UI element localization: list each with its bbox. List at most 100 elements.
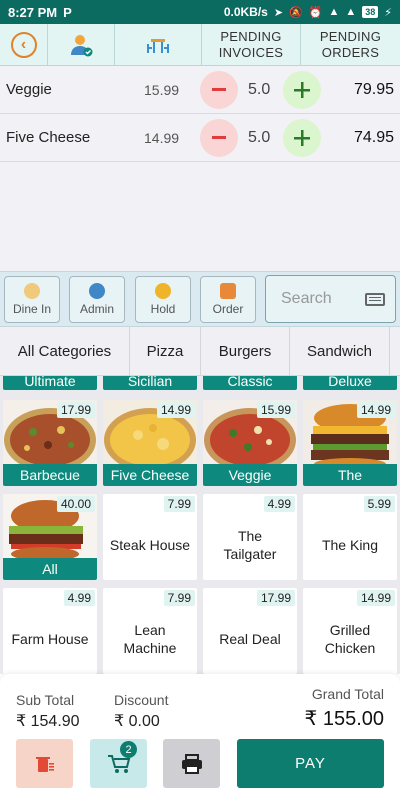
product-caption-partial[interactable]: Ultimate — [3, 376, 97, 390]
admin-icon — [89, 283, 105, 299]
cart-button[interactable]: 2 — [90, 739, 147, 788]
order-button[interactable]: Order — [200, 276, 256, 323]
product-name: All — [3, 558, 97, 580]
charging-icon: ⚡ — [384, 6, 392, 19]
product-tile[interactable]: 4.99 The Tailgater — [203, 494, 297, 580]
product-price: 15.99 — [256, 402, 295, 418]
tab-all-categories[interactable]: All Categories — [0, 327, 130, 376]
order-item-qty: 5.0 — [248, 80, 271, 98]
table-button[interactable] — [115, 24, 202, 66]
product-tile[interactable]: 17.99 Barbecue — [3, 400, 97, 486]
search-placeholder: Search — [281, 290, 332, 307]
search-input[interactable]: Search — [265, 275, 396, 323]
order-line: Five Cheese 14.99 5.0 74.95 — [0, 114, 400, 162]
product-tile[interactable]: 4.99 Farm House — [3, 588, 97, 674]
product-name: Five Cheese — [103, 464, 197, 486]
dine-in-icon — [24, 283, 40, 299]
product-tile[interactable]: 14.99 Grilled Chicken — [303, 588, 397, 674]
decrease-qty-button[interactable] — [200, 118, 238, 157]
order-line: Veggie 15.99 5.0 79.95 — [0, 66, 400, 114]
product-tile[interactable]: 14.99 Five Cheese — [103, 400, 197, 486]
order-item-name: Five Cheese — [6, 129, 91, 146]
product-tile[interactable]: 5.99 The King — [303, 494, 397, 580]
order-list: Veggie 15.99 5.0 79.95 Five Cheese 14.99… — [0, 66, 400, 271]
pending-orders-label-2: ORDERS — [321, 45, 380, 60]
product-caption-partial[interactable]: Deluxe — [303, 376, 397, 390]
app-notification-icon: P — [63, 4, 72, 20]
grand-total-label: Grand Total — [311, 686, 384, 702]
minus-icon — [212, 88, 226, 91]
order-item-qty: 5.0 — [248, 128, 271, 146]
mute-icon: 🔕 — [289, 6, 303, 19]
pending-invoices-label-2: INVOICES — [218, 45, 284, 60]
tab-burgers[interactable]: Burgers — [201, 327, 290, 376]
action-bar: Dine In Admin Hold Order Search — [0, 271, 400, 327]
product-name: Farm House — [11, 631, 89, 647]
order-item-total: 74.95 — [353, 128, 394, 146]
product-price: 7.99 — [163, 496, 195, 512]
dine-in-label: Dine In — [12, 302, 52, 316]
product-grid: Ultimate Sicilian Classic Deluxe 17.99 B… — [0, 376, 400, 674]
product-name: Grilled Chicken — [324, 622, 376, 656]
product-caption-partial[interactable]: Classic — [203, 376, 297, 390]
product-tile[interactable]: 7.99 Lean Machine — [103, 588, 197, 674]
alarm-icon: ⏰ — [308, 6, 323, 19]
product-price: 14.99 — [356, 590, 395, 606]
increase-qty-button[interactable] — [283, 118, 321, 157]
product-price: 14.99 — [356, 402, 395, 418]
order-item-price: 14.99 — [144, 129, 180, 146]
product-name: Barbecue — [3, 464, 97, 486]
print-button[interactable] — [163, 739, 220, 788]
hold-button[interactable]: Hold — [135, 276, 191, 323]
admin-user-button[interactable] — [48, 24, 115, 66]
product-tile[interactable]: 17.99 Real Deal — [203, 588, 297, 674]
tab-pizza[interactable]: Pizza — [130, 327, 201, 376]
order-item-name: Veggie — [6, 81, 52, 98]
product-price: 40.00 — [56, 496, 95, 512]
cooking-pot-icon — [220, 283, 236, 299]
product-caption-partial[interactable]: Sicilian — [103, 376, 197, 390]
decrease-qty-button[interactable] — [200, 70, 238, 109]
tab-sandwich[interactable]: Sandwich — [290, 327, 390, 376]
grand-total-value: ₹ 155.00 — [304, 708, 384, 730]
product-price: 17.99 — [56, 402, 95, 418]
status-time: 8:27 PM — [8, 4, 58, 20]
product-name: Veggie — [203, 464, 297, 486]
dine-in-button[interactable]: Dine In — [4, 276, 60, 323]
product-name: Steak House — [109, 537, 191, 553]
clear-order-button[interactable] — [16, 739, 73, 788]
pending-orders-button[interactable]: PENDING ORDERS — [301, 24, 400, 66]
product-price: 7.99 — [163, 590, 195, 606]
category-tabs: All Categories Pizza Burgers Sandwich — [0, 327, 400, 376]
product-name: Real Deal — [219, 631, 281, 647]
pay-button[interactable]: PAY — [237, 739, 384, 788]
product-name: The Tailgater — [223, 528, 277, 562]
product-price: 5.99 — [363, 496, 395, 512]
product-tile[interactable]: 7.99 Steak House — [103, 494, 197, 580]
back-button[interactable]: ‹ — [0, 24, 48, 66]
order-item-total: 79.95 — [353, 80, 394, 98]
plus-icon — [294, 129, 310, 146]
printer-icon — [181, 753, 202, 774]
dining-table-icon — [147, 39, 169, 53]
product-price: 4.99 — [263, 496, 295, 512]
subtotal-label: Sub Total — [16, 692, 75, 708]
product-name: The — [303, 464, 397, 486]
plus-icon — [294, 81, 310, 98]
pending-invoices-button[interactable]: PENDING INVOICES — [202, 24, 301, 66]
status-bar: 8:27 PM P 0.0KB/s ➤ 🔕 ⏰ ▲ ▲ 38 ⚡ — [0, 0, 400, 24]
admin-button[interactable]: Admin — [69, 276, 125, 323]
pause-icon — [155, 283, 171, 299]
order-item-price: 15.99 — [144, 81, 180, 98]
signal-icon-2: ▲ — [345, 6, 357, 18]
product-tile[interactable]: 14.99 The — [303, 400, 397, 486]
product-tile[interactable]: 15.99 Veggie — [203, 400, 297, 486]
admin-user-icon — [71, 35, 93, 57]
signal-icon: ▲ — [328, 6, 340, 18]
product-tile[interactable]: 40.00 All — [3, 494, 97, 580]
checkout-footer: Sub Total ₹ 154.90 Discount ₹ 0.00 Grand… — [0, 674, 400, 800]
product-price: 17.99 — [256, 590, 295, 606]
increase-qty-button[interactable] — [283, 70, 321, 109]
subtotal-value: ₹ 154.90 — [16, 713, 80, 730]
keyboard-icon[interactable] — [365, 292, 385, 306]
